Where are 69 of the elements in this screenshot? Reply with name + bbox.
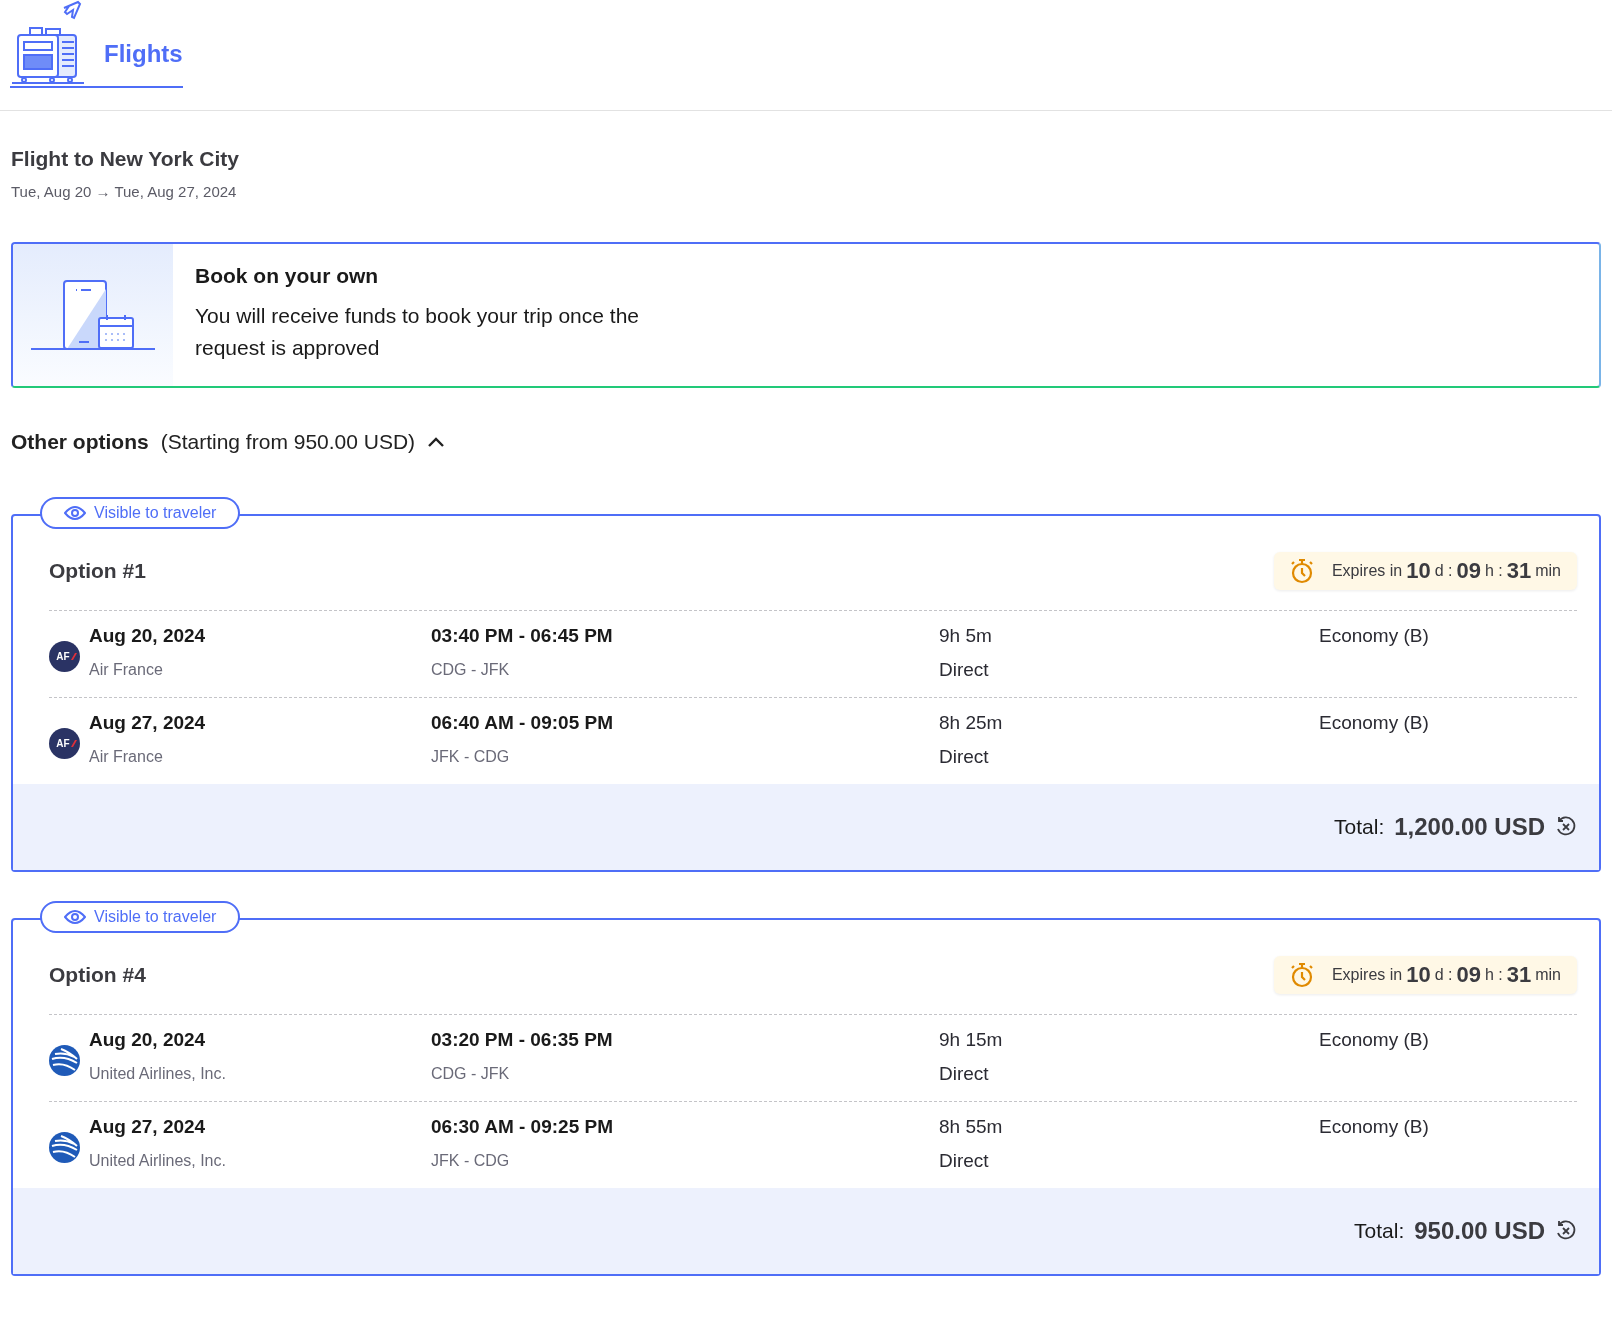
cabin-class: Economy (B) bbox=[1319, 712, 1429, 734]
section-title: Other options bbox=[11, 430, 149, 454]
expiry-minutes: 31 bbox=[1506, 962, 1532, 988]
eye-icon bbox=[64, 505, 86, 521]
flight-date: Aug 27, 2024 bbox=[89, 1116, 206, 1138]
globe-logo bbox=[49, 1045, 80, 1076]
cabin-class: Economy (B) bbox=[1319, 625, 1429, 647]
expiry-days: 10 bbox=[1406, 558, 1431, 584]
airline-name: Air France bbox=[89, 661, 163, 679]
flight-times: 06:30 AM - 09:25 PM bbox=[431, 1116, 613, 1138]
trip-title: Flight to New York City bbox=[11, 147, 240, 171]
flight-route: CDG - JFK bbox=[431, 661, 510, 679]
close-circle-icon[interactable] bbox=[1555, 1220, 1577, 1242]
flight-stops: Direct bbox=[939, 1150, 989, 1172]
close-circle-icon[interactable] bbox=[1555, 816, 1577, 838]
visibility-badge[interactable]: Visible to traveler bbox=[40, 901, 241, 933]
flight-route: JFK - CDG bbox=[431, 748, 510, 766]
airline-name: United Airlines, Inc. bbox=[89, 1065, 226, 1083]
booking-description: You will receive funds to book your trip once the request is approved bbox=[195, 303, 640, 361]
flight-route: CDG - JFK bbox=[431, 1065, 510, 1083]
cabin-class: Economy (B) bbox=[1319, 1116, 1429, 1138]
booking-title: Book on your own bbox=[195, 264, 380, 288]
stopwatch-icon bbox=[1289, 558, 1314, 584]
flight-date: Aug 27, 2024 bbox=[89, 712, 206, 734]
globe-logo bbox=[49, 1132, 80, 1163]
total-label: Total: bbox=[1334, 815, 1385, 839]
minutes-unit: min bbox=[1535, 562, 1561, 580]
eye-icon bbox=[64, 909, 86, 925]
flight-stops: Direct bbox=[939, 1063, 989, 1085]
hours-unit: h : bbox=[1484, 562, 1503, 580]
flight-stops: Direct bbox=[939, 746, 989, 768]
expiry-label: Expires in bbox=[1331, 562, 1403, 580]
days-unit: d : bbox=[1434, 562, 1453, 580]
total-price: 1,200.00 USD bbox=[1394, 813, 1545, 841]
chevron-up-icon[interactable] bbox=[427, 436, 446, 448]
days-unit: d : bbox=[1434, 966, 1453, 984]
flights-tab[interactable]: Flights bbox=[10, 0, 183, 88]
trip-dates: Tue, Aug 20 → Tue, Aug 27, 2024 bbox=[11, 183, 238, 200]
cabin-class: Economy (B) bbox=[1319, 1029, 1429, 1051]
flight-route: JFK - CDG bbox=[431, 1152, 510, 1170]
airline-name: Air France bbox=[89, 748, 163, 766]
expiry-days: 10 bbox=[1406, 962, 1431, 988]
expiry-label: Expires in bbox=[1331, 966, 1403, 984]
visibility-badge[interactable]: Visible to traveler bbox=[40, 497, 241, 529]
total-label: Total: bbox=[1354, 1219, 1405, 1243]
stopwatch-icon bbox=[1289, 962, 1314, 988]
airline-logo: AF bbox=[49, 728, 80, 759]
flight-date: Aug 20, 2024 bbox=[89, 1029, 206, 1051]
expiry-minutes: 31 bbox=[1506, 558, 1532, 584]
minutes-unit: min bbox=[1535, 966, 1561, 984]
expiry-hours: 09 bbox=[1456, 962, 1481, 988]
flight-duration: 8h 55m bbox=[939, 1116, 1003, 1138]
flight-times: 03:20 PM - 06:35 PM bbox=[431, 1029, 613, 1051]
hours-unit: h : bbox=[1484, 966, 1503, 984]
flight-times: 06:40 AM - 09:05 PM bbox=[431, 712, 613, 734]
flight-duration: 9h 5m bbox=[939, 625, 992, 647]
airline-logo: AF bbox=[49, 641, 80, 672]
luggage-plane-icon bbox=[12, 0, 84, 84]
starting-price: (Starting from 950.00 USD) bbox=[160, 430, 416, 454]
total-price: 950.00 USD bbox=[1414, 1217, 1545, 1245]
airline-name: United Airlines, Inc. bbox=[89, 1152, 226, 1170]
flight-duration: 8h 25m bbox=[939, 712, 1003, 734]
flight-duration: 9h 15m bbox=[939, 1029, 1003, 1051]
flight-stops: Direct bbox=[939, 659, 989, 681]
option-title: Option #1 bbox=[49, 559, 146, 583]
expiry-hours: 09 bbox=[1456, 558, 1481, 584]
flight-date: Aug 20, 2024 bbox=[89, 625, 206, 647]
flight-times: 03:40 PM - 06:45 PM bbox=[431, 625, 613, 647]
option-title: Option #4 bbox=[49, 963, 146, 987]
